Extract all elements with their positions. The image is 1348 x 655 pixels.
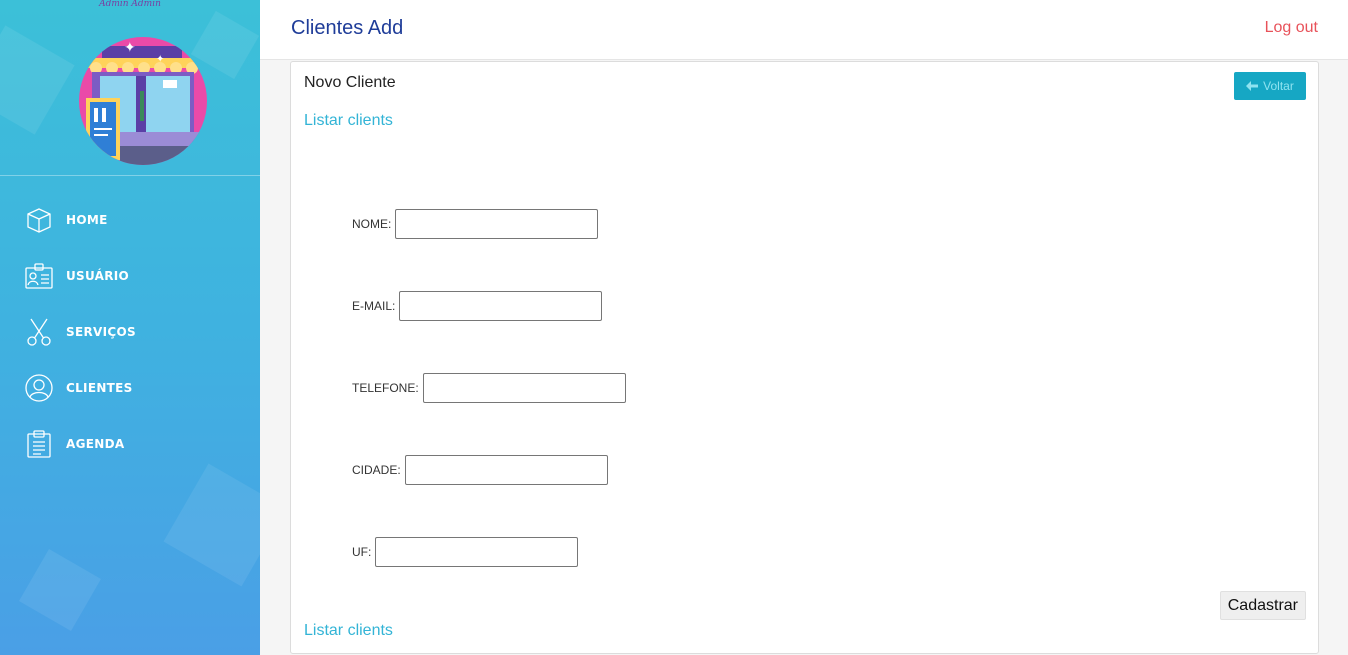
uf-label: UF: [352,545,372,559]
sidebar-item-label: SERVIÇOS [66,325,136,339]
email-input[interactable] [399,291,603,321]
back-button[interactable]: Voltar [1234,72,1306,100]
sidebar: Admin Admin ✦ ✦ HOME USUÁRIO SERVIÇOS CL… [0,0,260,655]
cidade-input[interactable] [404,455,608,485]
list-clients-link-bottom[interactable]: Listar clients [304,622,393,640]
uf-field: UF: [352,537,579,567]
card-title: Novo Cliente [304,74,396,91]
user-circle-icon [24,373,54,403]
back-button-label: Voltar [1263,79,1294,93]
telefone-input[interactable] [422,373,626,403]
nome-input[interactable] [395,209,599,239]
sidebar-item-label: HOME [66,213,108,227]
sidebar-item-home[interactable]: HOME [0,192,260,248]
sidebar-item-label: USUÁRIO [66,269,130,283]
top-bar: Clientes Add Log out [260,0,1348,60]
shop-logo: ✦ ✦ [78,36,208,166]
id-card-icon [24,261,54,291]
sidebar-divider [0,175,260,176]
svg-text:✦: ✦ [156,54,164,65]
cidade-field: CIDADE: [352,455,608,485]
cadastrar-button[interactable]: Cadastrar [1219,591,1306,620]
cidade-label: CIDADE: [352,463,401,477]
telefone-label: TELEFONE: [352,381,419,395]
nome-field: NOME: [352,209,599,239]
email-label: E-MAIL: [352,299,396,313]
sidebar-item-agenda[interactable]: AGENDA [0,416,260,472]
telefone-field: TELEFONE: [352,373,626,403]
nome-label: NOME: [352,217,392,231]
email-field: E-MAIL: [352,291,603,321]
list-clients-link-top[interactable]: Listar clients [304,112,393,130]
sidebar-item-clientes[interactable]: CLIENTES [0,360,260,416]
arrow-left-icon [1246,81,1259,91]
sidebar-item-servicos[interactable]: SERVIÇOS [0,304,260,360]
box-icon [24,205,54,235]
admin-name: Admin Admin [99,0,161,9]
sidebar-item-label: AGENDA [66,437,125,451]
page-title: Clientes Add [291,17,404,39]
scissors-icon [24,317,54,347]
sidebar-item-usuario[interactable]: USUÁRIO [0,248,260,304]
form-card: Novo Cliente Voltar Listar clients NOME:… [290,61,1319,654]
sidebar-item-label: CLIENTES [66,381,133,395]
uf-input[interactable] [375,537,579,567]
clipboard-icon [24,429,54,459]
logout-link[interactable]: Log out [1265,19,1318,37]
svg-text:✦: ✦ [124,40,136,56]
sidebar-nav: HOME USUÁRIO SERVIÇOS CLIENTES AGENDA [0,192,260,472]
